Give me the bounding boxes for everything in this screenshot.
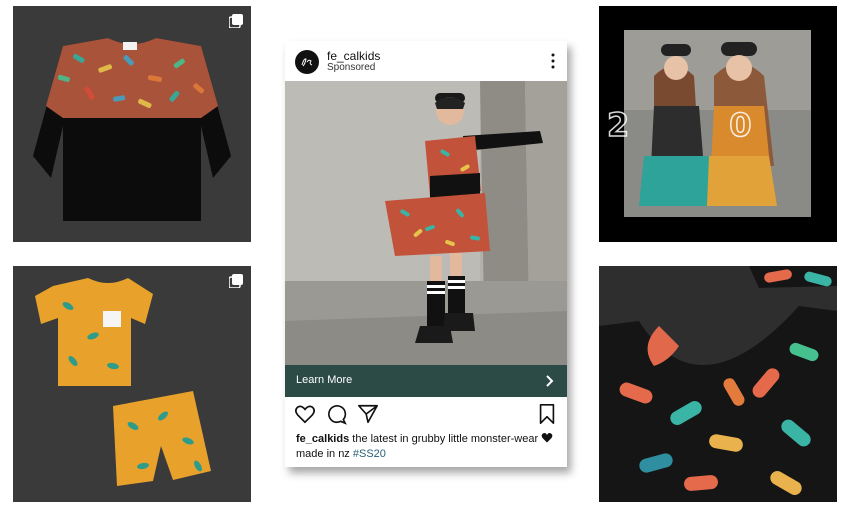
sponsored-label: Sponsored	[327, 62, 376, 73]
heart-icon[interactable]	[294, 403, 316, 425]
caption-username[interactable]: fe_calkids	[296, 433, 349, 445]
sponsored-post-card: fe_calkids Sponsored Learn More fe_calki…	[285, 41, 567, 467]
bookmark-icon[interactable]	[536, 403, 558, 425]
post-caption: fe_calkids the latest in grubby little m…	[296, 432, 560, 462]
learn-more-label: Learn More	[296, 374, 353, 386]
post-username[interactable]: fe_calkids	[327, 49, 380, 63]
carousel-icon	[229, 274, 243, 288]
caption-text-line2: made in nz	[296, 448, 350, 460]
grid-post-sweatshirt[interactable]	[13, 6, 251, 242]
post-image[interactable]	[285, 81, 567, 365]
learn-more-button[interactable]: Learn More	[285, 365, 567, 397]
more-options-icon[interactable]	[551, 53, 555, 69]
comment-icon[interactable]	[325, 403, 347, 425]
heart-emoji	[541, 433, 553, 443]
post-actions	[285, 403, 567, 429]
overlay-2020-text: 2020	[606, 105, 837, 145]
caption-text: the latest in grubby little monster-wear	[352, 433, 539, 445]
grid-post-tee-shorts[interactable]	[13, 266, 251, 502]
chevron-right-icon	[546, 375, 554, 387]
grid-post-dress[interactable]	[599, 266, 837, 502]
hashtag-link[interactable]: #SS20	[353, 448, 386, 460]
avatar[interactable]	[295, 50, 319, 74]
brand-logo-icon	[301, 58, 313, 67]
dress-photo	[599, 266, 837, 502]
share-icon[interactable]	[357, 403, 379, 425]
grid-post-2020[interactable]: 2020	[599, 6, 837, 242]
post-header: fe_calkids Sponsored	[285, 41, 567, 81]
sweatshirt-photo	[33, 38, 231, 221]
girl-photo	[285, 81, 567, 365]
tee-shorts-photo	[35, 278, 211, 486]
carousel-icon	[229, 14, 243, 28]
